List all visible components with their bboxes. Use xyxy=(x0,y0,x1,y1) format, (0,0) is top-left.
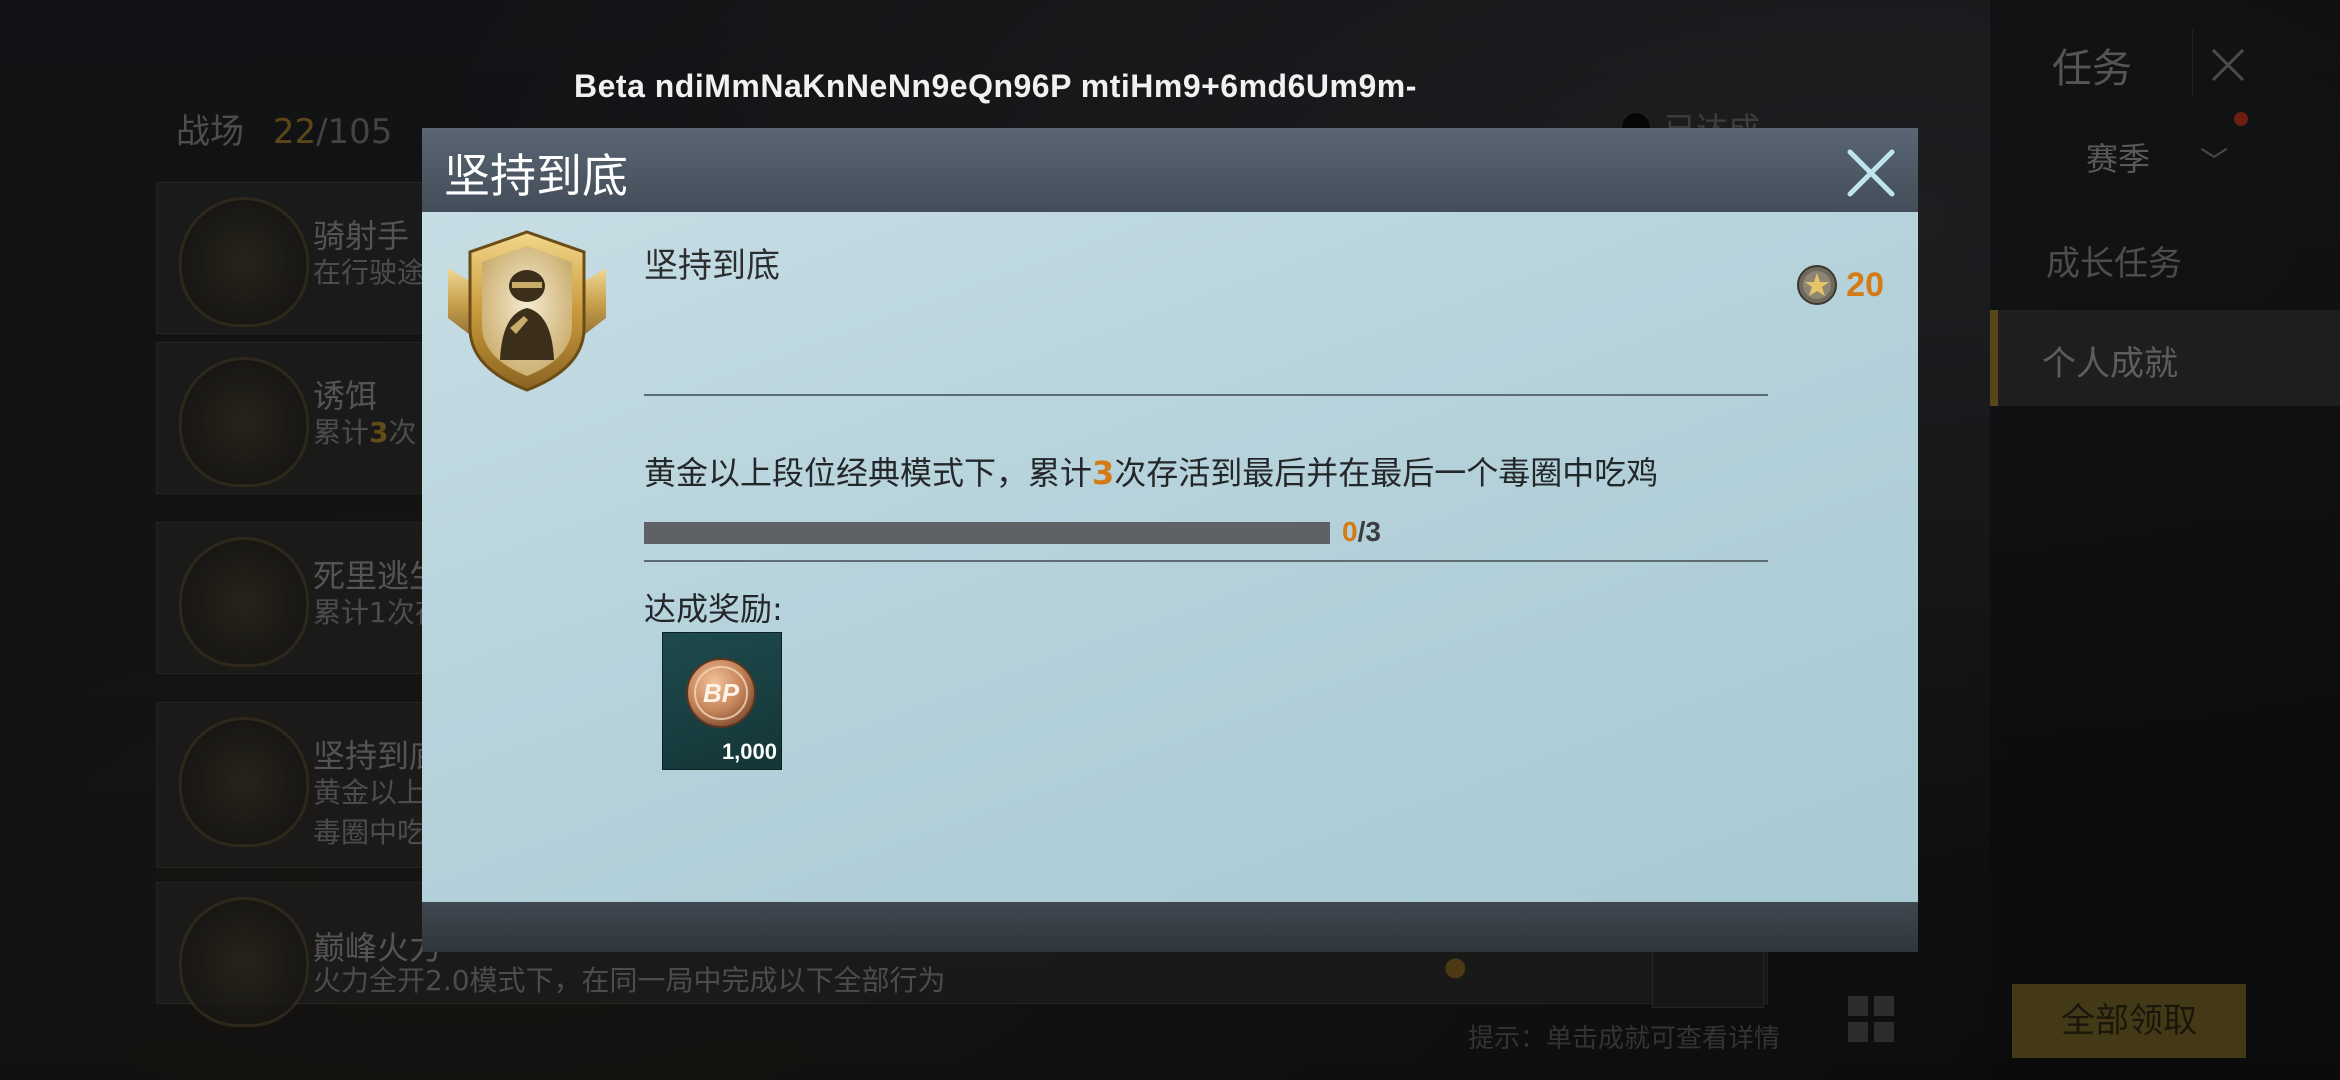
modal-header: 坚持到底 xyxy=(422,128,1918,214)
svg-text:BP: BP xyxy=(703,678,740,708)
modal-body: 坚持到底 20 黄金以上段位经典模式下，累计3次存活到最后并在最后一个毒圈中吃鸡… xyxy=(422,212,1918,902)
achievement-points: 20 xyxy=(1796,264,1884,306)
achievement-emblem-icon xyxy=(448,230,606,392)
divider xyxy=(644,560,1768,562)
achievement-description: 黄金以上段位经典模式下，累计3次存活到最后并在最后一个毒圈中吃鸡 xyxy=(644,448,1658,494)
close-icon xyxy=(1847,149,1895,197)
desc-text: 次存活到最后并在最后一个毒圈中吃鸡 xyxy=(1114,454,1659,492)
divider xyxy=(644,394,1768,396)
beta-watermark: Beta ndiMmNaKnNeNn9eQn96P mtiHm9+6md6Um9… xyxy=(574,68,1417,104)
progress-bar xyxy=(644,522,1330,544)
modal-title: 坚持到底 xyxy=(444,149,628,203)
progress-current: 0 xyxy=(1342,516,1358,547)
progress-total: /3 xyxy=(1357,516,1381,547)
achievement-detail-modal: 坚持到底 坚持到底 20 黄金以上段位经典模式下，累计3次存活到最后并在最后一个… xyxy=(422,128,1918,952)
reward-item[interactable]: BP 1,000 xyxy=(662,632,782,770)
star-medal-icon xyxy=(1797,265,1838,305)
desc-text: 黄金以上段位经典模式下，累计 xyxy=(644,454,1093,492)
progress-text: 0/3 xyxy=(1342,516,1381,548)
achievement-name: 坚持到底 xyxy=(644,246,780,286)
modal-close-button[interactable] xyxy=(1844,146,1898,200)
reward-label: 达成奖励: xyxy=(644,590,783,628)
modal-footer xyxy=(422,902,1918,952)
desc-highlight: 3 xyxy=(1092,454,1115,492)
bp-coin-icon: BP xyxy=(686,658,756,728)
reward-amount: 1,000 xyxy=(721,739,777,764)
points-value: 20 xyxy=(1846,265,1884,304)
